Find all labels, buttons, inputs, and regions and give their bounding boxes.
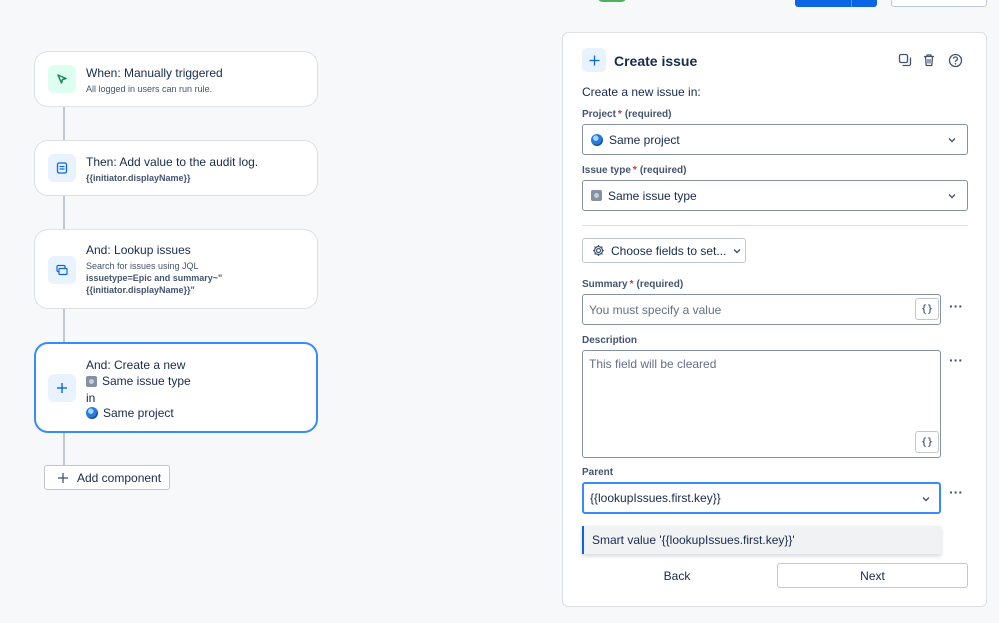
audit-title: Then: Add value to the audit log. bbox=[86, 155, 259, 169]
chevron-down-icon bbox=[948, 138, 956, 143]
description-placeholder: This field will be cleared bbox=[589, 357, 717, 371]
choose-fields-button[interactable]: Choose fields to set... bbox=[582, 238, 746, 263]
connector-line bbox=[63, 196, 65, 229]
description-label: Description bbox=[582, 335, 638, 346]
issue-type-select-value: Same issue type bbox=[608, 188, 697, 203]
next-button[interactable]: Next bbox=[777, 563, 968, 588]
project-select-value: Same project bbox=[609, 132, 680, 147]
secondary-header-button[interactable] bbox=[891, 0, 987, 7]
primary-split-button[interactable] bbox=[795, 0, 877, 7]
required-mark: * bbox=[617, 109, 622, 120]
choose-fields-label: Choose fields to set... bbox=[611, 243, 727, 258]
lookup-jql-line2: {{initiator.displayName}}" bbox=[86, 285, 195, 295]
rule-card-audit[interactable]: Then: Add value to the audit log. {{init… bbox=[34, 140, 318, 196]
split-button-divider bbox=[851, 0, 852, 7]
trash-icon[interactable] bbox=[921, 52, 937, 68]
issue-type-label-text: Issue type bbox=[582, 165, 631, 176]
create-project: Same project bbox=[86, 406, 174, 420]
lookup-subtitle: Search for issues using JQL bbox=[86, 261, 199, 271]
issue-type-icon bbox=[86, 375, 97, 387]
create-issue-panel: Create issue Create a new issue in: Proj… bbox=[562, 32, 987, 607]
required-text: (required) bbox=[624, 109, 672, 120]
issue-type-icon bbox=[591, 190, 602, 201]
required-text: (required) bbox=[639, 165, 687, 176]
description-field[interactable]: This field will be cleared {} bbox=[582, 350, 941, 458]
plus-icon bbox=[58, 472, 68, 483]
lookup-issues-icon bbox=[48, 256, 76, 284]
parent-field[interactable]: {{lookupIssues.first.key}} bbox=[582, 482, 941, 514]
connector-line bbox=[63, 309, 65, 342]
create-title: And: Create a new bbox=[86, 358, 186, 372]
project-globe-icon bbox=[86, 407, 98, 419]
connector-line bbox=[63, 433, 65, 465]
parent-suggestion-label: Smart value '{{lookupIssues.first.key}}' bbox=[592, 533, 795, 547]
lookup-jql-line1: issuetype=Epic and summary~" bbox=[86, 273, 223, 283]
chevron-down-icon bbox=[922, 497, 930, 502]
panel-title: Create issue bbox=[614, 53, 698, 69]
rule-card-create[interactable]: And: Create a new Same issue type in Sam… bbox=[34, 342, 318, 433]
panel-intro: Create a new issue in: bbox=[582, 85, 701, 99]
issue-type-select[interactable]: Same issue type bbox=[582, 180, 968, 211]
trigger-subtitle: All logged in users can run rule. bbox=[86, 84, 213, 94]
plus-icon bbox=[582, 48, 606, 72]
audit-log-icon bbox=[48, 154, 76, 182]
parent-suggestion-option[interactable]: Smart value '{{lookupIssues.first.key}}' bbox=[582, 526, 941, 554]
app-badge bbox=[597, 0, 627, 2]
more-options-icon[interactable]: ··· bbox=[949, 484, 963, 500]
create-project-label: Same project bbox=[103, 406, 174, 420]
help-icon[interactable] bbox=[947, 52, 963, 68]
smart-value-button[interactable]: {} bbox=[915, 431, 939, 453]
create-issue-type: Same issue type bbox=[86, 374, 191, 388]
rule-card-trigger[interactable]: When: Manually triggered All logged in u… bbox=[34, 51, 318, 107]
lookup-title: And: Lookup issues bbox=[86, 243, 191, 257]
required-text: (required) bbox=[636, 279, 684, 290]
add-component-button[interactable]: Add component bbox=[44, 465, 170, 490]
more-options-icon[interactable]: ··· bbox=[949, 298, 963, 314]
summary-label-text: Summary bbox=[582, 279, 628, 290]
parent-label: Parent bbox=[582, 467, 614, 478]
connector-line bbox=[63, 107, 65, 140]
rule-card-lookup[interactable]: And: Lookup issues Search for issues usi… bbox=[34, 229, 318, 309]
project-label: Project * (required) bbox=[582, 109, 671, 120]
audit-value: {{initiator.displayName}} bbox=[86, 173, 191, 183]
project-select[interactable]: Same project bbox=[582, 124, 968, 155]
required-mark: * bbox=[629, 279, 634, 290]
chevron-down-icon bbox=[948, 194, 956, 199]
project-globe-icon bbox=[591, 133, 603, 146]
required-mark: * bbox=[632, 165, 637, 176]
create-in: in bbox=[86, 391, 96, 405]
smart-value-button[interactable]: {} bbox=[915, 298, 939, 320]
duplicate-icon[interactable] bbox=[897, 52, 913, 68]
summary-label: Summary * (required) bbox=[582, 279, 683, 290]
add-component-label: Add component bbox=[77, 470, 162, 485]
chevron-down-icon bbox=[733, 248, 741, 253]
summary-field[interactable]: You must specify a value {} bbox=[582, 294, 941, 325]
plus-icon bbox=[48, 374, 76, 402]
trigger-title: When: Manually triggered bbox=[86, 66, 223, 80]
gear-icon bbox=[593, 245, 604, 256]
cursor-trigger-icon bbox=[48, 65, 76, 93]
project-label-text: Project bbox=[582, 109, 616, 120]
summary-placeholder: You must specify a value bbox=[589, 303, 722, 317]
parent-value: {{lookupIssues.first.key}} bbox=[590, 491, 721, 505]
back-button[interactable]: Back bbox=[582, 563, 772, 588]
divider bbox=[582, 225, 968, 226]
create-issue-type-label: Same issue type bbox=[102, 374, 191, 388]
more-options-icon[interactable]: ··· bbox=[949, 352, 963, 368]
issue-type-label: Issue type * (required) bbox=[582, 165, 687, 176]
